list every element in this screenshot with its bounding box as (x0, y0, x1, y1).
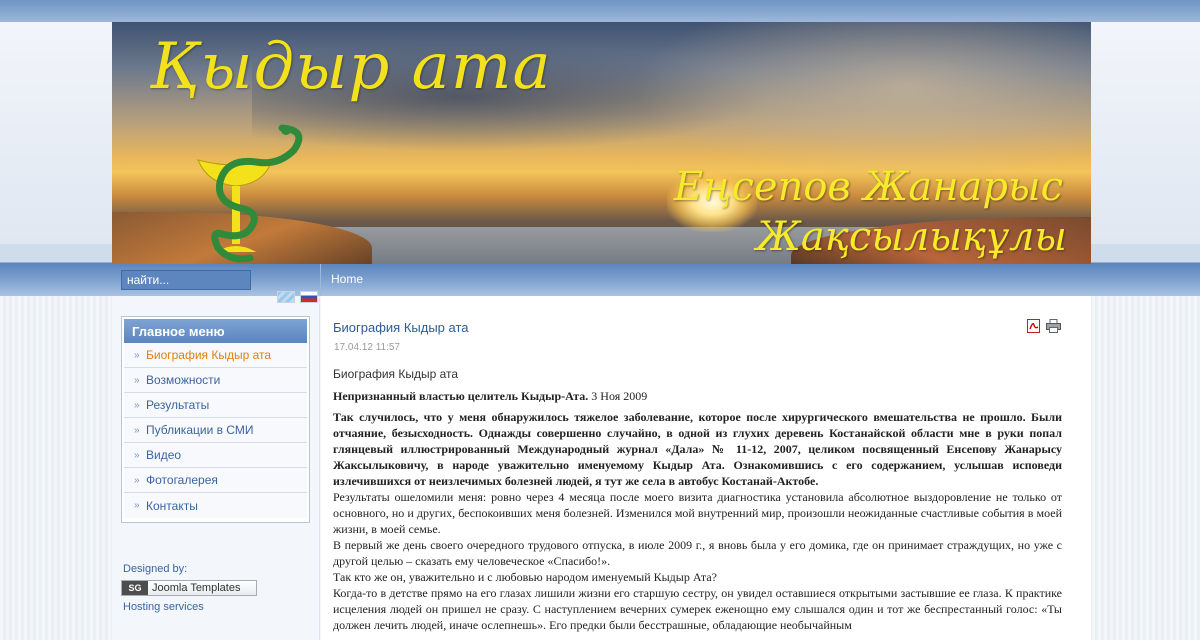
menu-item-label: Результаты (146, 398, 210, 412)
menu-item-label: Контакты (146, 498, 198, 513)
pdf-icon[interactable] (1027, 319, 1040, 333)
menu-item-label: Биография Кыдыр ата (146, 348, 272, 362)
menu-item-label: Фотогалерея (146, 473, 218, 487)
joomla-templates-badge[interactable]: SG Joomla Templates (121, 580, 257, 596)
menu-item-publications[interactable]: » Публикации в СМИ (124, 418, 307, 443)
main-menu-title: Главное меню (124, 319, 307, 343)
nav-divider (320, 264, 321, 296)
main-menu: Главное меню » Биография Кыдыр ата » Воз… (121, 316, 310, 523)
menu-item-video[interactable]: » Видео (124, 443, 307, 468)
breadcrumb-home[interactable]: Home (331, 272, 363, 286)
article-paragraph: Так случилось, что у меня обнаружилось т… (333, 410, 1062, 488)
bowl-of-hygieia-icon (197, 124, 303, 263)
article-paragraph: Так кто же он, уважительно и с любовью н… (333, 570, 717, 584)
article-paragraph: Результаты ошеломили меня: ровно через 4… (333, 490, 1062, 536)
search-input[interactable] (121, 270, 251, 290)
chevron-right-icon: » (134, 399, 140, 411)
article-paragraph: Когда-то в детстве прямо на его глазах л… (333, 586, 1062, 632)
chevron-right-icon: » (134, 500, 140, 511)
designed-by-label: Designed by: (123, 563, 188, 575)
badge-text: Joomla Templates (152, 582, 241, 594)
kz-flag-icon[interactable] (277, 291, 295, 303)
subtitle-date: 3 Ноя 2009 (588, 389, 648, 403)
owner-name-line2: Жақсылықұлы (755, 214, 1067, 260)
article-date: 17.04.12 11:57 (334, 342, 400, 353)
menu-item-label: Публикации в СМИ (146, 423, 254, 437)
article-paragraph: В первый же день своего очередного трудо… (333, 538, 1062, 568)
menu-item-gallery[interactable]: » Фотогалерея (124, 468, 307, 493)
print-icon[interactable] (1046, 319, 1061, 333)
article-title[interactable]: Биография Кыдыр ата (333, 320, 469, 335)
chevron-right-icon: » (134, 374, 140, 386)
subtitle-bold: Непризнанный властью целитель Кыдыр-Ата. (333, 389, 589, 403)
ru-flag-icon[interactable] (300, 291, 318, 303)
header-banner: Қыдыр ата Еңсепов Жанарыс Жақсылықұлы (112, 22, 1091, 264)
site-title: Қыдыр ата (150, 30, 552, 104)
menu-item-results[interactable]: » Результаты (124, 393, 307, 418)
chevron-down-icon: » (134, 349, 140, 361)
hosting-services-link[interactable]: Hosting services (123, 601, 204, 613)
article-body: Биография Кыдыр ата Непризнанный властью… (333, 366, 1062, 633)
chevron-right-icon: » (134, 474, 140, 486)
chevron-right-icon: » (134, 424, 140, 436)
sg-logo-icon: SG (122, 581, 148, 595)
page-side-right (1091, 22, 1200, 244)
menu-item-biography[interactable]: » Биография Кыдыр ата (124, 343, 307, 368)
menu-item-contacts[interactable]: » Контакты (124, 493, 307, 518)
menu-item-possibilities[interactable]: » Возможности (124, 368, 307, 393)
chevron-right-icon: » (134, 449, 140, 461)
banner-cloud (632, 22, 1091, 182)
page-side-left (0, 22, 112, 244)
menu-item-label: Видео (146, 448, 182, 462)
owner-name-line1: Еңсепов Жанарыс (673, 164, 1063, 210)
article-subtitle: Непризнанный властью целитель Кыдыр-Ата.… (333, 388, 1062, 404)
page-top-stripe (0, 0, 1200, 22)
article-intro: Биография Кыдыр ата (333, 367, 459, 381)
menu-item-label: Возможности (146, 373, 221, 387)
